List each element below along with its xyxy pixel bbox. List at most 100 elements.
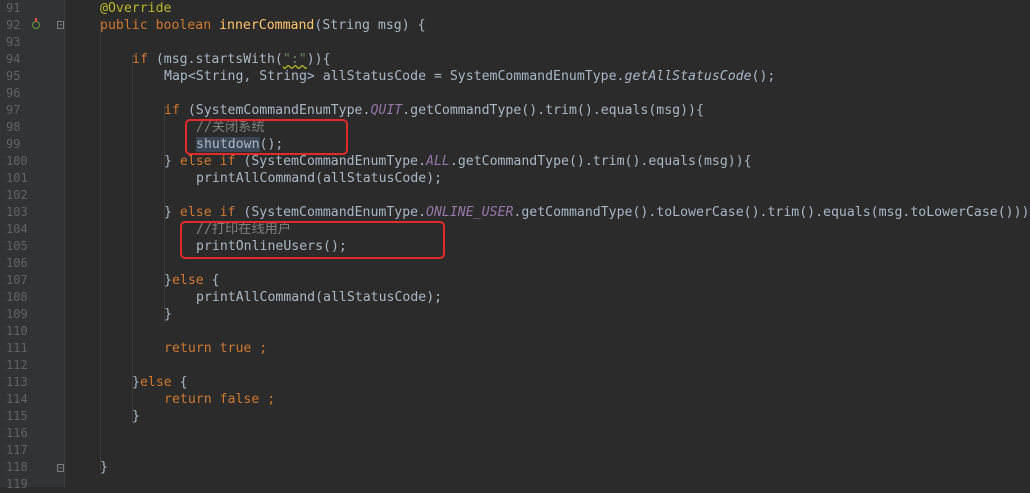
gutter-line: 94 <box>0 51 64 68</box>
code-line-100: } else if (SystemCommandEnumType.ALL.get… <box>164 153 752 170</box>
code-line-97: if (SystemCommandEnumType.QUIT.getComman… <box>164 102 704 119</box>
line-number: 115 <box>6 409 28 423</box>
code-line-111: return true ; <box>164 340 267 357</box>
keyword: public boolean <box>100 18 220 33</box>
line-number: 109 <box>6 307 28 321</box>
code-line-95: Map<String, String> allStatusCode = Syst… <box>164 68 775 85</box>
line-number: 118 <box>6 460 28 474</box>
code-line-101: printAllCommand(allStatusCode); <box>196 170 442 187</box>
indent-guide <box>100 20 101 470</box>
gutter-line: 99 <box>0 136 64 153</box>
enum-constant: ALL <box>426 154 450 169</box>
code-line-94: if (msg.startsWith(":")){ <box>132 51 331 68</box>
gutter-line: 95 <box>0 68 64 85</box>
gutter-line: 93 <box>0 34 64 51</box>
code-line-103: } else if (SystemCommandEnumType.ONLINE_… <box>164 204 1029 221</box>
line-number: 111 <box>6 341 28 355</box>
gutter-line: 92 − <box>0 17 64 34</box>
line-number: 104 <box>6 222 28 236</box>
line-number: 103 <box>6 205 28 219</box>
code-text: } <box>132 409 140 424</box>
keyword: return true ; <box>164 341 268 356</box>
code-text: )){ <box>306 52 331 67</box>
highlight-box-shutdown <box>185 119 348 155</box>
gutter-line: 113 <box>0 374 64 391</box>
code-text: (SystemCommandEnumType. <box>243 205 427 220</box>
gutter-line: 108 <box>0 289 64 306</box>
override-marker-icon[interactable] <box>32 18 40 29</box>
line-number: 97 <box>6 103 21 117</box>
gutter-line: 105 <box>0 238 64 255</box>
code-text: } <box>164 205 180 220</box>
keyword: if <box>164 103 188 118</box>
code-text: (String msg) { <box>314 18 426 33</box>
gutter-line: 112 <box>0 357 64 374</box>
gutter-line: 101 <box>0 170 64 187</box>
line-number: 116 <box>6 426 28 440</box>
line-number: 119 <box>6 477 28 491</box>
gutter-line: 115 <box>0 408 64 425</box>
line-number: 98 <box>6 120 21 134</box>
gutter-line: 111 <box>0 340 64 357</box>
gutter-line: 117 <box>0 442 64 459</box>
line-number: 99 <box>6 137 21 151</box>
code-text: (SystemCommandEnumType. <box>187 103 371 118</box>
code-line-118: } <box>100 459 108 476</box>
code-text: { <box>179 375 188 390</box>
line-number: 117 <box>6 443 28 457</box>
fold-icon[interactable]: − <box>57 464 64 472</box>
indent-guide <box>132 55 133 425</box>
line-number: 105 <box>6 239 28 253</box>
line-number: 108 <box>6 290 28 304</box>
enum-constant: QUIT <box>370 103 403 118</box>
code-text: (SystemCommandEnumType. <box>243 154 427 169</box>
code-text: } <box>164 154 180 169</box>
line-number: 107 <box>6 273 28 287</box>
method-name: innerCommand <box>219 18 315 33</box>
code-text: } <box>164 273 172 288</box>
line-number: 112 <box>6 358 28 372</box>
keyword: else <box>171 273 212 288</box>
code-line-115: } <box>132 408 140 425</box>
line-number: 95 <box>6 69 21 83</box>
gutter-line: 98 <box>0 119 64 136</box>
code-text: .getCommandType().trim().equals(msg)){ <box>449 154 752 169</box>
code-editor[interactable]: @Override public boolean innerCommand(St… <box>65 0 1030 487</box>
code-text: (msg.startsWith( <box>155 52 283 67</box>
code-text: } <box>164 307 172 322</box>
gutter-line: 103 <box>0 204 64 221</box>
code-line-92: public boolean innerCommand(String msg) … <box>100 17 426 34</box>
line-number-gutter[interactable]: 91 92− 93 94 95 96 97 98 99 100 101 102 … <box>0 0 65 491</box>
line-number: 113 <box>6 375 28 389</box>
line-number: 93 <box>6 35 21 49</box>
line-number: 92 <box>6 18 21 32</box>
string-literal: ":" <box>282 52 307 67</box>
code-text: .getCommandType().toLowerCase().trim().e… <box>513 205 1030 220</box>
fold-icon[interactable]: − <box>57 21 64 29</box>
code-line-109: } <box>164 306 172 323</box>
line-number: 110 <box>6 324 28 338</box>
code-text: } <box>100 460 108 475</box>
code-text: { <box>211 273 220 288</box>
gutter-line: 104 <box>0 221 64 238</box>
code-line-108: printAllCommand(allStatusCode); <box>196 289 442 306</box>
gutter-line: 116 <box>0 425 64 442</box>
code-text: printAllCommand(allStatusCode); <box>196 290 443 305</box>
keyword: else <box>139 375 180 390</box>
line-number: 96 <box>6 86 21 100</box>
gutter-line: 110 <box>0 323 64 340</box>
keyword: else if <box>179 154 244 169</box>
gutter-line: 100 <box>0 153 64 170</box>
gutter-line: 96 <box>0 85 64 102</box>
gutter-line: 102 <box>0 187 64 204</box>
keyword: else if <box>179 205 244 220</box>
code-line-113: }else { <box>132 374 188 391</box>
gutter-line: 109 <box>0 306 64 323</box>
code-line-114: return false ; <box>164 391 275 408</box>
line-number: 100 <box>6 154 28 168</box>
line-number: 114 <box>6 392 28 406</box>
keyword: return false ; <box>164 392 276 407</box>
line-number: 102 <box>6 188 28 202</box>
highlight-box-online-users <box>180 221 445 259</box>
gutter-line: 119 <box>0 476 64 493</box>
